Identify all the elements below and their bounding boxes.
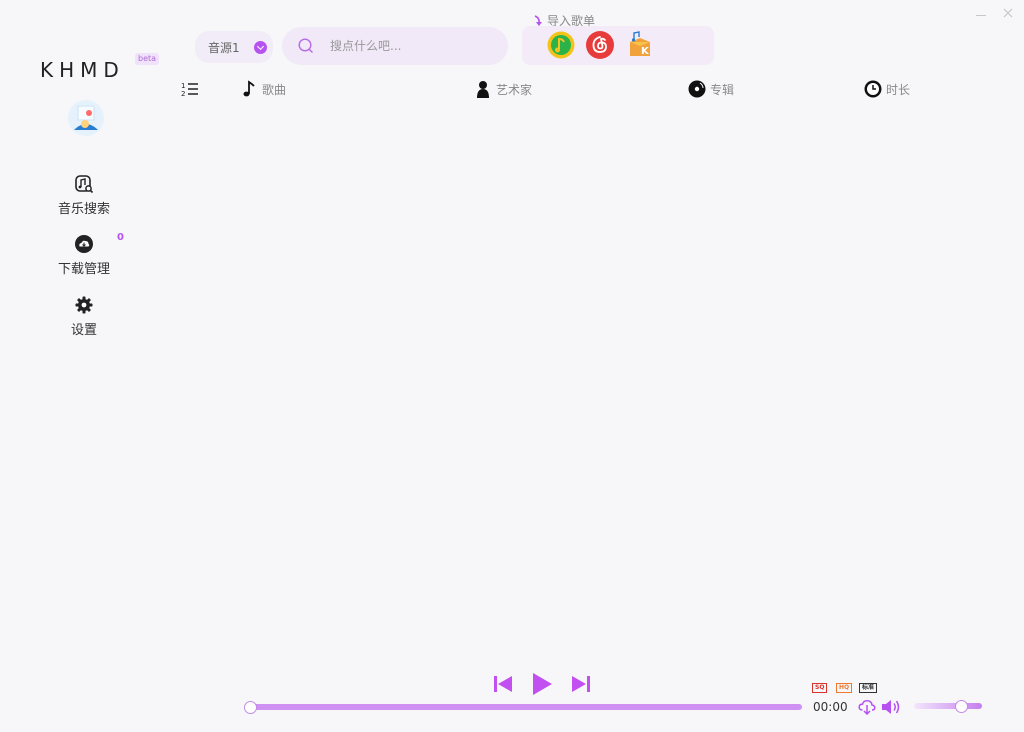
source-select-value: 音源1	[208, 40, 240, 55]
chevron-down-icon	[254, 41, 267, 54]
music-note-icon	[243, 80, 255, 97]
import-arrow-icon	[534, 14, 542, 26]
volume-icon[interactable]	[881, 699, 901, 715]
album-column-header[interactable]: 专辑	[688, 80, 734, 98]
source-select[interactable]: 音源1	[195, 31, 273, 63]
download-count-badge: 0	[117, 232, 124, 243]
sidebar-item-label: 设置	[70, 323, 97, 338]
search-bar	[282, 27, 508, 65]
cloud-download-icon	[75, 235, 93, 253]
artist-icon	[477, 81, 489, 98]
artist-column-header[interactable]: 艺术家	[474, 80, 532, 98]
numbered-list-icon: 1 2	[181, 82, 198, 98]
volume-handle[interactable]	[955, 700, 968, 713]
sidebar-item-label: 音乐搜索	[57, 202, 110, 217]
avatar[interactable]	[68, 100, 104, 136]
svg-text:1: 1	[181, 82, 185, 90]
sidebar-item-music-search[interactable]: 音乐搜索	[34, 174, 134, 217]
volume-slider[interactable]	[914, 703, 982, 709]
sidebar-item-settings[interactable]: 设置	[34, 295, 134, 338]
kugou-icon[interactable]: K	[625, 30, 655, 60]
minimize-icon[interactable]	[976, 8, 986, 18]
next-track-icon[interactable]	[571, 675, 591, 693]
progress-handle[interactable]	[244, 701, 257, 714]
svg-text:K: K	[641, 46, 650, 57]
duration-column-label: 时长	[886, 82, 911, 97]
song-column-label: 歌曲	[262, 82, 287, 97]
artist-column-label: 艺术家	[496, 82, 533, 97]
cloud-download-icon[interactable]	[858, 699, 876, 715]
app-logo: KHMD	[40, 58, 125, 82]
svg-text:2: 2	[181, 90, 185, 98]
quality-standard-badge[interactable]: 标准	[859, 683, 878, 693]
search-input[interactable]	[330, 36, 490, 56]
close-icon[interactable]	[1003, 8, 1013, 20]
gear-icon	[75, 296, 93, 314]
index-column-header: 1 2	[181, 80, 199, 98]
previous-track-icon[interactable]	[493, 675, 513, 693]
sidebar-item-label: 下载管理	[57, 262, 110, 277]
album-disc-icon	[688, 80, 706, 98]
netease-music-icon[interactable]	[585, 30, 615, 60]
duration-column-header[interactable]: 时长	[864, 80, 910, 98]
play-icon[interactable]	[531, 672, 553, 696]
song-column-header[interactable]: 歌曲	[240, 80, 286, 98]
music-search-icon	[75, 175, 94, 194]
time-display: 00:00	[813, 700, 848, 714]
qq-music-icon[interactable]	[546, 30, 576, 60]
quality-sq-badge[interactable]: SQ	[812, 683, 828, 693]
album-column-label: 专辑	[710, 82, 735, 97]
progress-bar[interactable]	[250, 704, 802, 710]
quality-hq-badge[interactable]: HQ	[836, 683, 853, 693]
beta-badge: beta	[135, 53, 160, 65]
search-icon[interactable]	[298, 38, 314, 54]
clock-icon	[864, 80, 882, 98]
